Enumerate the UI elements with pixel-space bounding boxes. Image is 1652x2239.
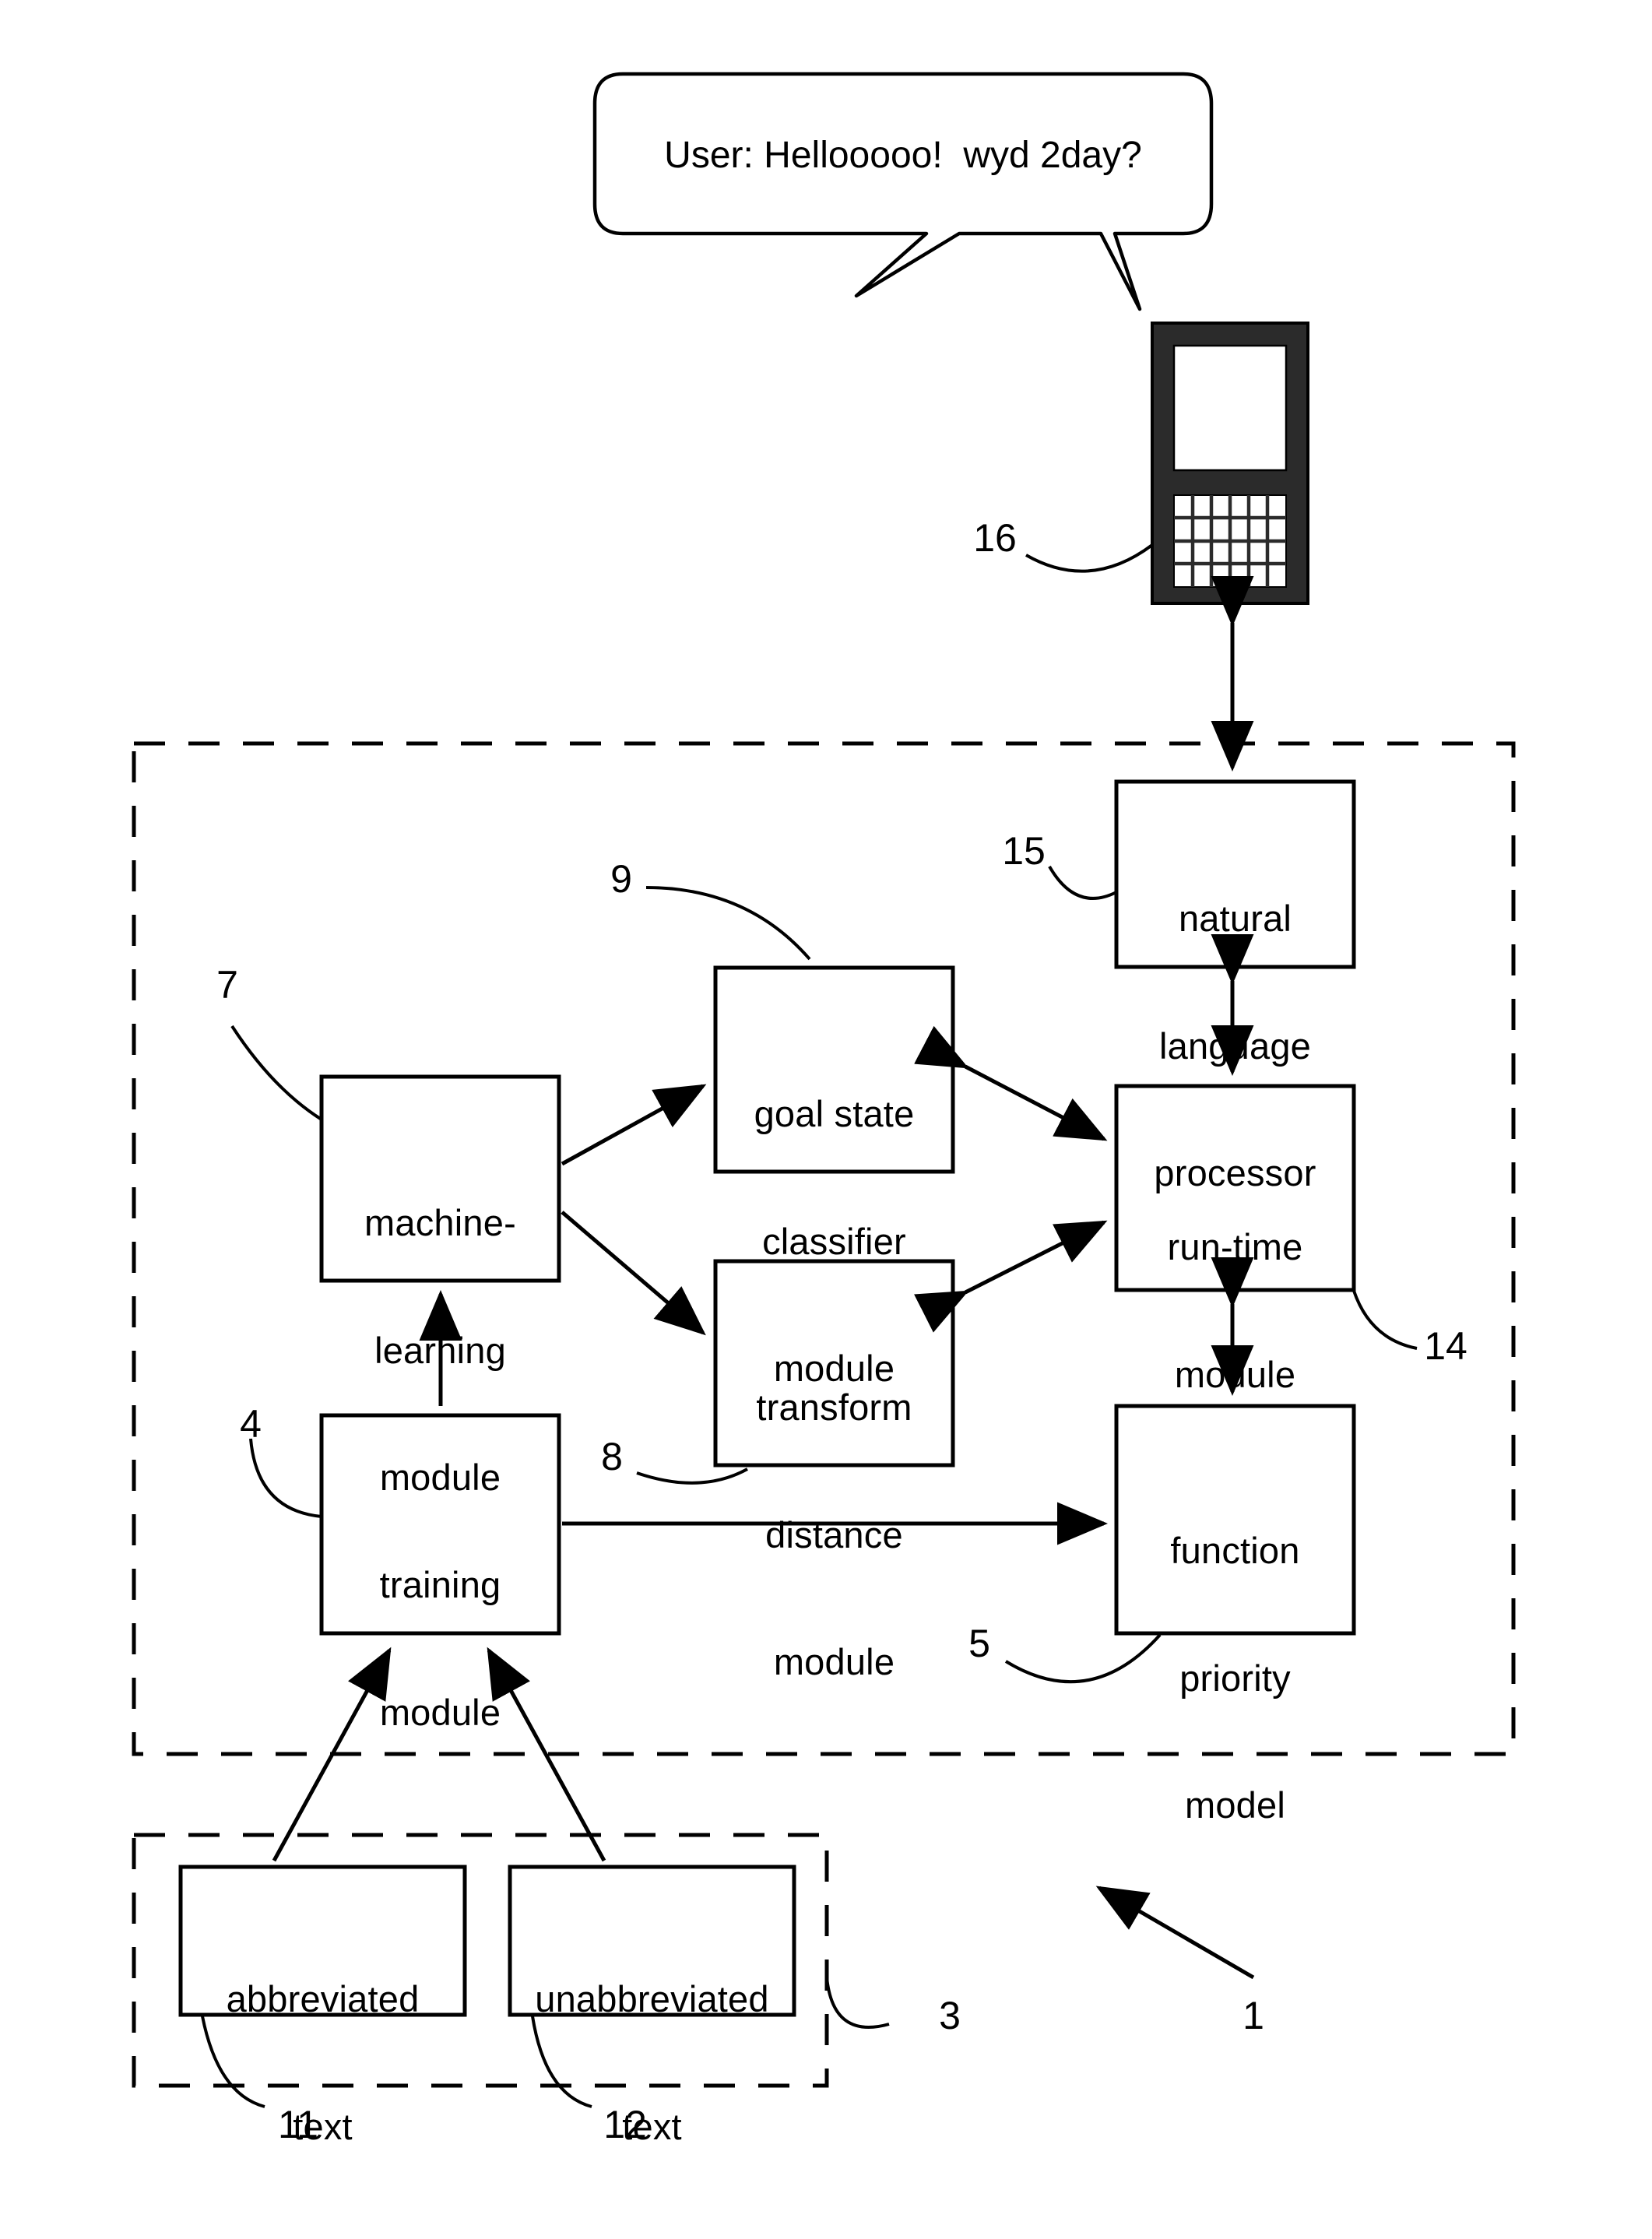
speech-bubble: [592, 72, 1214, 311]
box-line: module: [773, 1641, 895, 1683]
box-line: machine-: [364, 1202, 516, 1244]
box-line: abbreviated: [226, 1978, 420, 2020]
box-function-priority-model[interactable]: function priority model: [1116, 1445, 1354, 1912]
speech-bubble-text: User: Hellooooo! wyd 2day?: [664, 135, 1142, 176]
box-line: module: [1174, 1353, 1296, 1395]
mobile-phone-device[interactable]: [1025, 322, 1309, 605]
patent-figure: User: Hellooooo! wyd 2day? natural langu…: [0, 0, 1652, 2239]
box-abbreviated-text[interactable]: abbreviated text: [181, 1893, 465, 2233]
ref-number-8: 8: [601, 1435, 623, 1478]
ref-number-12: 12: [603, 2103, 647, 2146]
box-line: language: [1158, 1025, 1312, 1067]
ref-number-14: 14: [1424, 1324, 1467, 1368]
box-line: function: [1170, 1530, 1300, 1572]
box-line: unabbreviated: [535, 1978, 769, 2020]
box-line: training: [379, 1564, 501, 1606]
box-unabbreviated-text[interactable]: unabbreviated text: [505, 1893, 799, 2233]
ref-number-7: 7: [216, 963, 238, 1007]
ref-number-11: 11: [278, 2103, 318, 2146]
box-line: distance: [765, 1513, 903, 1555]
box-transform-distance-module[interactable]: transform distance module: [715, 1302, 953, 1769]
ref-number-9: 9: [610, 857, 632, 901]
box-line: module: [379, 1691, 501, 1733]
ref-number-16: 16: [973, 516, 1017, 560]
ref-number-3: 3: [939, 1994, 961, 2037]
ref-number-5: 5: [968, 1622, 990, 1665]
box-training-module[interactable]: training module: [322, 1479, 559, 1819]
box-line: model: [1184, 1784, 1285, 1826]
box-line: transform: [756, 1387, 912, 1429]
box-line: run-time: [1167, 1226, 1303, 1268]
box-line: learning: [374, 1329, 506, 1371]
box-line: natural: [1178, 898, 1292, 940]
ref-number-1: 1: [1243, 1994, 1264, 2037]
box-line: priority: [1179, 1657, 1291, 1699]
ref-number-15: 15: [1002, 829, 1046, 873]
box-line: goal state: [754, 1093, 915, 1135]
box-run-time-module[interactable]: run-time module: [1116, 1141, 1354, 1481]
ref-number-4: 4: [240, 1402, 262, 1446]
box-line: classifier: [762, 1220, 906, 1262]
